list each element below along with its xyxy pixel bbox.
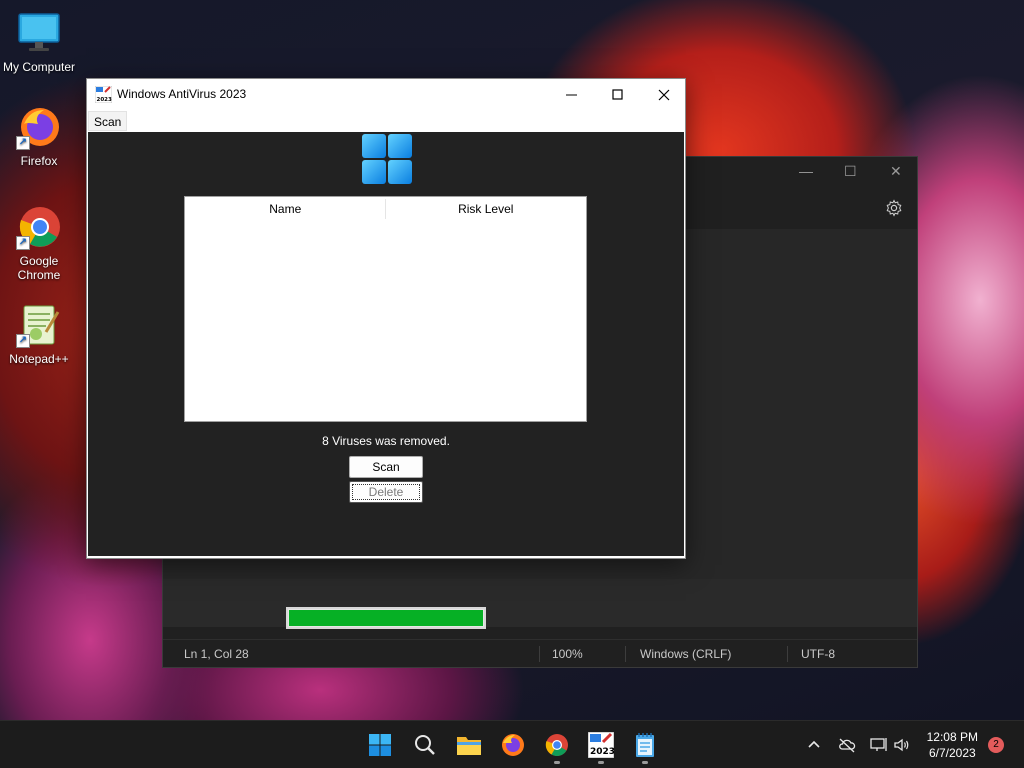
antivirus-body: Name Risk Level 8 Viruses was removed. S… [88,132,684,629]
firefox-icon[interactable] [499,731,527,759]
desktop-icon-label: My Computer [2,60,76,74]
zoom-level: 100% [552,647,583,661]
antivirus-2023-icon[interactable]: 2023 [587,731,615,759]
notepad-lower-area [163,579,917,627]
line-ending: Windows (CRLF) [640,647,732,661]
status-divider [539,646,540,662]
search-icon[interactable] [411,731,439,759]
file-explorer-icon[interactable] [455,731,483,759]
maximize-icon [612,88,623,100]
running-indicator [642,761,648,764]
close-icon [658,89,670,100]
menu-item-scan[interactable]: Scan [88,111,128,131]
svg-text:2023: 2023 [590,747,614,757]
firefox-icon: ↗ [16,104,62,150]
windows-logo-icon [362,134,412,184]
desktop-icon-google-chrome[interactable]: ↗ Google Chrome [0,204,78,282]
taskbar: 2023 12:08 PM 6/7/2023 2 [0,720,1024,768]
close-button[interactable] [641,79,687,110]
close-icon[interactable]: ✕ [890,163,902,180]
maximize-icon[interactable]: ☐ [844,163,857,180]
chrome-icon[interactable] [543,731,571,759]
cloud-offline-icon[interactable] [838,721,856,768]
volume-icon[interactable] [893,721,911,768]
scan-button[interactable]: Scan [349,456,423,478]
notepad-plus-plus-icon: ↗ [16,302,62,348]
scan-status-message: 8 Viruses was removed. [322,434,450,448]
start-icon[interactable] [366,731,394,759]
status-divider [787,646,788,662]
maximize-button[interactable] [595,79,641,110]
desktop-icon-label: Firefox [20,154,58,168]
antivirus-app-icon: 2023 [95,86,112,103]
gear-icon[interactable] [885,199,903,217]
threats-list[interactable]: Name Risk Level [184,196,587,422]
clock-date: 6/7/2023 [928,746,976,760]
chrome-icon: ↗ [16,204,62,250]
running-indicator [554,761,560,764]
antivirus-titlebar[interactable]: 2023 Windows AntiVirus 2023 [87,79,685,110]
monitor-icon [16,10,62,56]
status-divider [625,646,626,662]
progress-fill [289,610,483,626]
minimize-icon [566,94,577,95]
scan-progress-bar [286,607,486,629]
shortcut-arrow-icon: ↗ [16,334,30,348]
window-title: Windows AntiVirus 2023 [117,87,247,101]
notification-count-badge[interactable]: 2 [988,737,1004,753]
desktop-icon-label: Google Chrome [17,254,61,282]
encoding: UTF-8 [801,647,835,661]
desktop-icon-my-computer[interactable]: My Computer [0,10,78,74]
svg-text:2023: 2023 [97,97,112,103]
notepad-icon[interactable] [631,731,659,759]
minimize-icon[interactable]: — [799,163,813,179]
minimize-button[interactable] [549,79,595,110]
column-header-name[interactable]: Name [185,197,386,220]
delete-button[interactable]: Delete [349,481,423,503]
shortcut-arrow-icon: ↗ [16,136,30,150]
column-header-risk-level[interactable]: Risk Level [386,197,587,220]
menubar: Scan [87,110,685,132]
desktop-icon-firefox[interactable]: ↗ Firefox [0,104,78,168]
cursor-position: Ln 1, Col 28 [184,647,249,661]
antivirus-window[interactable]: 2023 Windows AntiVirus 2023 Scan Name Ri… [86,78,686,629]
notepad-statusbar: Ln 1, Col 28 100% Windows (CRLF) UTF-8 [163,639,917,667]
desktop-icon-notepad-plus-plus[interactable]: ↗ Notepad++ [0,302,78,366]
network-icon[interactable] [870,721,888,768]
running-indicator [598,761,604,764]
clock-time: 12:08 PM [926,730,978,744]
taskbar-clock[interactable]: 12:08 PM 6/7/2023 [927,729,978,761]
show-hidden-icons-chevron-up-icon[interactable] [806,721,822,768]
list-header: Name Risk Level [185,197,586,221]
shortcut-arrow-icon: ↗ [16,236,30,250]
desktop-icon-label: Notepad++ [9,352,69,366]
